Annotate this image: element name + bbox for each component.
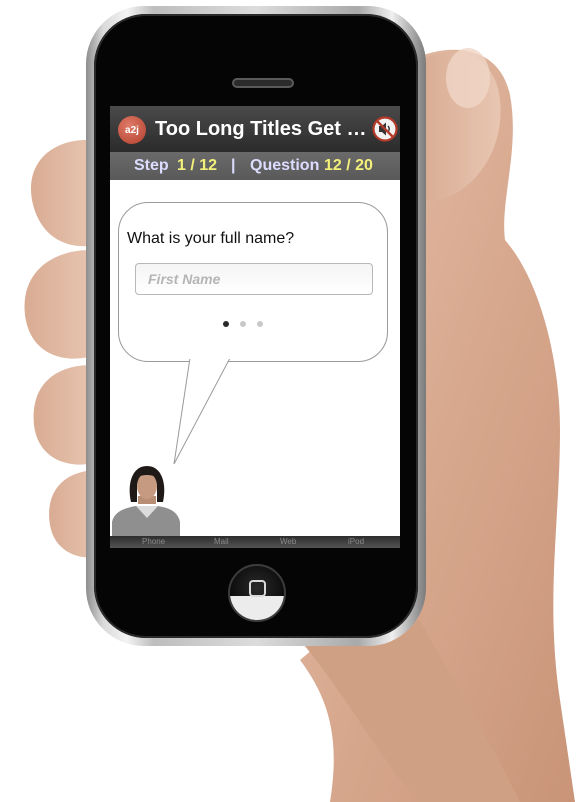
question-content: What is your full name? <box>110 180 400 548</box>
phone-screen: a2j Too Long Titles Get Cu... Step 1 / 1… <box>110 106 400 548</box>
page-indicator <box>223 321 267 329</box>
home-square-icon <box>249 580 266 597</box>
first-name-input[interactable] <box>135 263 373 295</box>
question-label: Question <box>250 157 320 174</box>
earpiece-speaker <box>232 78 294 88</box>
home-button[interactable] <box>228 564 286 622</box>
question-text: What is your full name? <box>127 230 295 247</box>
title-bar: a2j Too Long Titles Get Cu... <box>110 106 400 152</box>
dock: Phone Mail Web iPod <box>110 536 400 548</box>
speech-bubble-tail <box>173 358 240 465</box>
step-label: Step <box>134 157 169 174</box>
stage: a2j Too Long Titles Get Cu... Step 1 / 1… <box>0 0 576 802</box>
dock-item-phone[interactable]: Phone <box>142 536 165 548</box>
question-value: 12 / 20 <box>324 157 373 174</box>
separator: | <box>231 157 236 174</box>
step-value: 1 / 12 <box>177 157 218 174</box>
dock-item-web[interactable]: Web <box>280 536 296 548</box>
dock-item-mail[interactable]: Mail <box>214 536 229 548</box>
guide-avatar <box>112 466 180 542</box>
page-dot[interactable] <box>257 321 263 327</box>
dock-item-ipod[interactable]: iPod <box>348 536 364 548</box>
app-logo: a2j <box>118 116 146 144</box>
page-dot-active[interactable] <box>223 321 229 327</box>
page-dot[interactable] <box>240 321 246 327</box>
progress-bar: Step 1 / 12 | Question 12 / 20 <box>110 152 400 180</box>
app-title: Too Long Titles Get Cu... <box>155 118 373 140</box>
speaker-muted-icon[interactable] <box>372 116 398 142</box>
